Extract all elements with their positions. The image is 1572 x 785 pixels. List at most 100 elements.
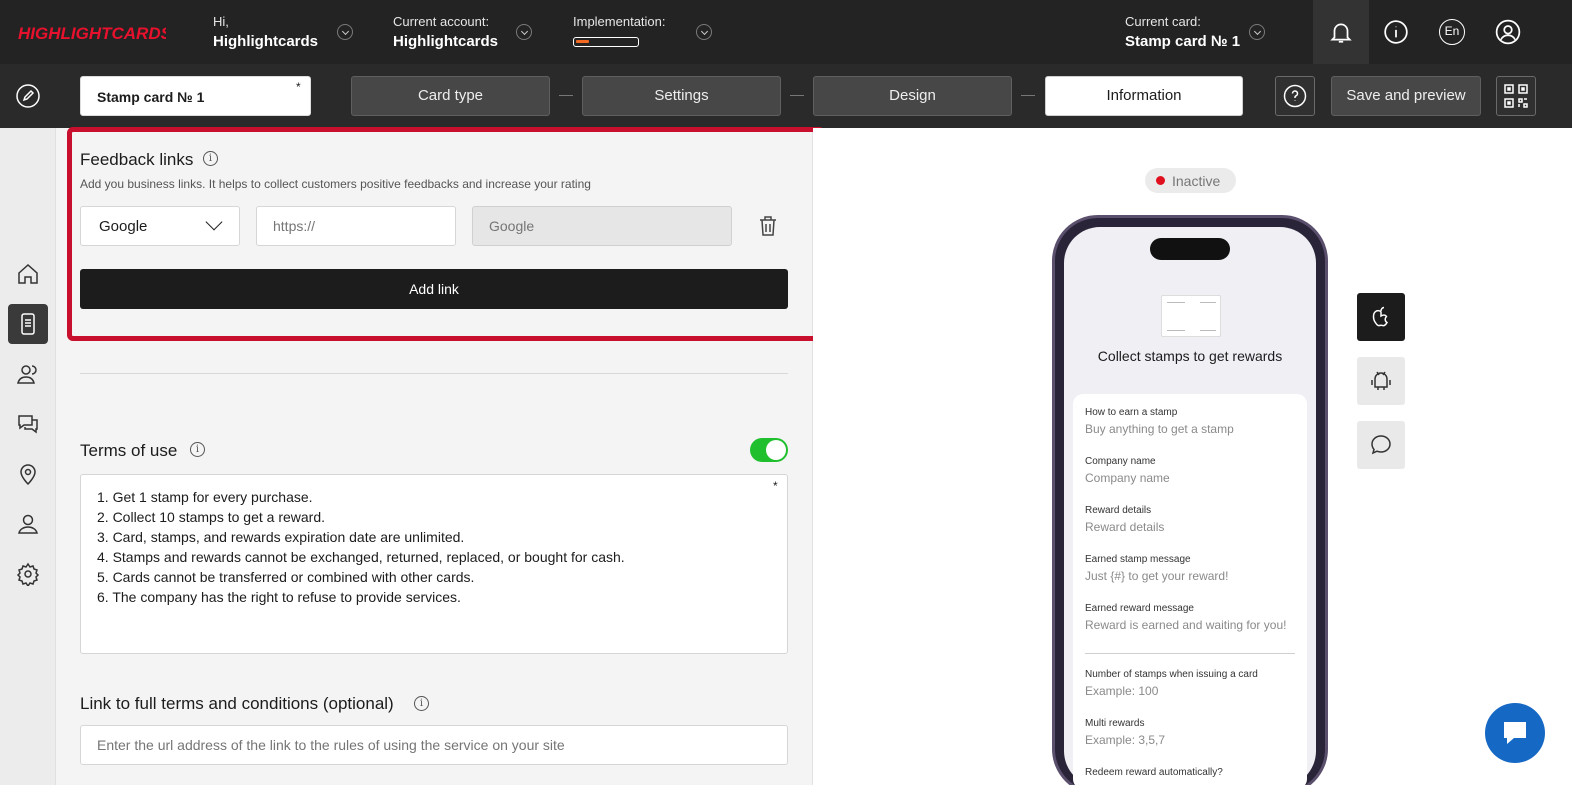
current-card-label: Current card: — [1125, 14, 1201, 29]
terms-line: 5. Cards cannot be transferred or combin… — [97, 569, 475, 585]
location-icon — [20, 464, 36, 486]
tab-design[interactable]: Design — [813, 76, 1012, 116]
tab-card-type[interactable]: Card type — [351, 76, 550, 116]
notifications-button[interactable] — [1313, 0, 1369, 64]
implementation-progress-bar — [573, 37, 639, 47]
highlightcards-logo[interactable]: HIGHLIGHTCARDS — [18, 22, 166, 44]
chat-bubble-icon — [1371, 435, 1391, 455]
required-mark: * — [296, 80, 301, 94]
thumb-line — [1200, 302, 1216, 303]
field-value: Example: 100 — [1085, 684, 1159, 698]
card-chevron-down-icon[interactable] — [1249, 24, 1265, 40]
thumb-line — [1167, 330, 1185, 331]
field-label: Reward details — [1085, 505, 1152, 516]
card-thumbnail — [1161, 295, 1221, 337]
terms-toggle[interactable] — [750, 438, 788, 462]
step-separator — [790, 95, 804, 96]
step-separator — [559, 95, 573, 96]
svg-text:HIGHLIGHTCARDS: HIGHLIGHTCARDS — [18, 24, 166, 43]
support-chat-icon — [1504, 722, 1526, 744]
terms-line: 6. The company has the right to refuse t… — [97, 589, 461, 605]
panel-divider — [1085, 653, 1295, 654]
field-value: Reward details — [1085, 520, 1165, 534]
sidebar-item-settings[interactable] — [8, 554, 48, 594]
top-bar: HIGHLIGHTCARDS Hi, Highlightcards Curren… — [0, 0, 1572, 64]
full-terms-title: Link to full terms and conditions (optio… — [80, 694, 394, 713]
implementation-progress-fill — [576, 40, 589, 43]
greeting: Hi, Highlightcards — [213, 14, 318, 50]
terms-textarea[interactable]: 1. Get 1 stamp for every purchase. 2. Co… — [80, 474, 788, 654]
terms-of-use-title: Terms of use — [80, 441, 178, 460]
account-chevron-down-icon[interactable] — [516, 24, 532, 40]
field-label: Earned stamp message — [1085, 554, 1191, 565]
field-label: Number of stamps when issuing a card — [1085, 669, 1258, 680]
user-icon — [18, 514, 38, 534]
field-label: Company name — [1085, 456, 1156, 467]
terms-line: 4. Stamps and rewards cannot be exchange… — [97, 549, 625, 565]
profile-chevron-down-icon[interactable] — [337, 24, 353, 40]
save-and-preview-button[interactable]: Save and preview — [1331, 76, 1481, 116]
preview-android-button[interactable] — [1357, 357, 1405, 405]
preview-message-button[interactable] — [1357, 421, 1405, 469]
field-value: Example: 3,5,7 — [1085, 733, 1166, 747]
messages-icon — [18, 415, 38, 434]
greeting-name: Highlightcards — [213, 33, 319, 50]
card-icon — [21, 313, 35, 335]
field-label: Multi rewards — [1085, 718, 1145, 729]
support-chat-button[interactable] — [1485, 703, 1545, 763]
sidebar — [0, 128, 56, 785]
add-link-button[interactable]: Add link — [80, 269, 788, 309]
status-dot — [1156, 176, 1165, 185]
terms-info-icon[interactable]: i — [190, 442, 205, 457]
thumb-line — [1200, 330, 1216, 331]
feedback-url-input[interactable] — [256, 206, 456, 246]
implementation-label: Implementation: — [573, 14, 666, 29]
section-divider — [80, 373, 788, 374]
terms-line: 3. Card, stamps, and rewards expiration … — [97, 529, 465, 545]
field-label: How to earn a stamp — [1085, 407, 1178, 418]
sidebar-item-cards[interactable] — [8, 304, 48, 344]
sidebar-item-home[interactable] — [8, 254, 48, 294]
feedback-links-title: Feedback links — [80, 150, 194, 169]
bell-icon — [1330, 23, 1352, 43]
thumb-line — [1167, 302, 1185, 303]
field-value: Reward is earned and waiting for you! — [1085, 618, 1287, 632]
full-terms-url-input[interactable] — [80, 725, 788, 765]
field-label: Earned reward message — [1085, 603, 1194, 614]
current-card-name: Stamp card № 1 — [1125, 33, 1241, 50]
feedback-info-icon[interactable]: i — [203, 151, 218, 166]
sidebar-item-users[interactable] — [8, 504, 48, 544]
help-button[interactable] — [1275, 76, 1315, 116]
info-icon[interactable] — [1383, 19, 1409, 45]
language-button[interactable]: En — [1439, 19, 1465, 45]
card-name-input[interactable]: Stamp card № 1 — [80, 76, 311, 116]
apple-icon — [1372, 306, 1389, 327]
full-terms-info-icon[interactable]: i — [414, 696, 429, 711]
step-separator — [1021, 95, 1035, 96]
implementation: Implementation: — [573, 14, 666, 29]
terms-line: 2. Collect 10 stamps to get a reward. — [97, 509, 325, 525]
current-account: Current account: Highlightcards — [393, 14, 498, 50]
sidebar-item-locations[interactable] — [8, 454, 48, 494]
account-name: Highlightcards — [393, 33, 499, 50]
trash-icon[interactable] — [758, 215, 778, 237]
sidebar-item-messages[interactable] — [8, 404, 48, 444]
edit-pencil-icon[interactable] — [16, 84, 40, 108]
sidebar-item-customers[interactable] — [8, 354, 48, 394]
android-icon — [1371, 371, 1391, 390]
preview-ios-button[interactable] — [1357, 293, 1405, 341]
implementation-chevron-down-icon[interactable] — [696, 24, 712, 40]
tab-settings[interactable]: Settings — [582, 76, 781, 116]
qr-code-button[interactable] — [1496, 76, 1536, 116]
field-label: Redeem reward automatically? — [1085, 767, 1223, 778]
tab-information[interactable]: Information — [1045, 76, 1243, 116]
question-icon — [1283, 84, 1307, 108]
greeting-label: Hi, — [213, 14, 229, 29]
account-avatar-icon[interactable] — [1495, 19, 1521, 45]
gear-icon — [16, 562, 40, 586]
field-value: Just {#} to get your reward! — [1085, 569, 1229, 583]
qr-code-icon — [1504, 84, 1528, 108]
card-heading: Collect stamps to get rewards — [1097, 348, 1283, 364]
feedback-name-input[interactable] — [472, 206, 732, 246]
customers-icon — [17, 365, 37, 384]
